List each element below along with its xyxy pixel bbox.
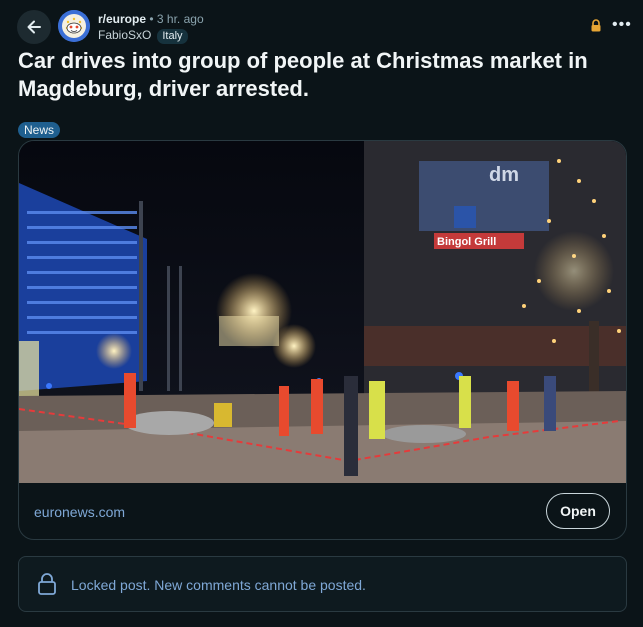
subreddit-avatar[interactable] [58, 10, 90, 42]
post-flair[interactable]: News [18, 122, 61, 138]
link-domain[interactable]: euronews.com [34, 504, 125, 520]
subreddit-name[interactable]: r/europe [98, 12, 146, 26]
post-title: Car drives into group of people at Chris… [18, 48, 588, 101]
open-link-button[interactable]: Open [546, 493, 610, 529]
back-button[interactable] [17, 10, 51, 44]
preview-image: dm Bingol Grill [19, 141, 626, 483]
more-icon: ••• [612, 16, 632, 33]
post-meta: r/europe • 3 hr. ago FabioSxO Italy [98, 11, 204, 44]
arrow-left-icon [27, 20, 41, 34]
user-flair: Italy [157, 29, 188, 44]
more-options-button[interactable]: ••• [612, 17, 632, 33]
lock-outline-icon [38, 573, 56, 595]
author-username[interactable]: FabioSxO [98, 28, 151, 42]
post-time: 3 hr. ago [156, 12, 204, 26]
meta-separator: • [149, 12, 154, 26]
locked-post-notice: Locked post. New comments cannot be post… [18, 556, 627, 612]
dm-sign: dm [489, 164, 519, 186]
restaurant-sign: Bingol Grill [437, 236, 496, 248]
link-preview-card[interactable]: dm Bingol Grill euronews.com Open [18, 140, 627, 540]
subreddit-avatar-icon [58, 10, 90, 42]
locked-message: Locked post. New comments cannot be post… [71, 577, 366, 593]
lock-icon [591, 19, 601, 32]
